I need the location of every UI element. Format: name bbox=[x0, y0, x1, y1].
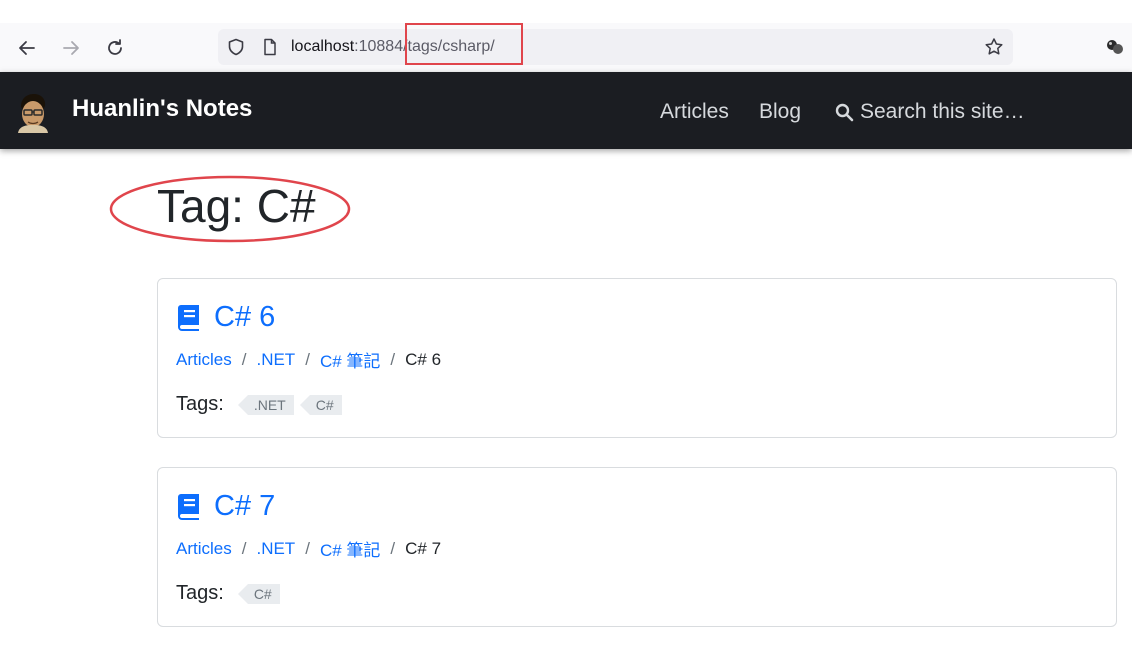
card-title: C# 7 bbox=[176, 490, 275, 523]
search-placeholder: Search this site… bbox=[860, 100, 1025, 123]
breadcrumb-csharp-notes[interactable]: C# 筆記 bbox=[320, 536, 380, 561]
tag-list: Tags: C# bbox=[176, 582, 286, 605]
breadcrumb-separator: / bbox=[241, 538, 247, 558]
address-bar[interactable]: localhost:10884/tags/csharp/ bbox=[218, 29, 1013, 65]
card-title-link[interactable]: C# 6 bbox=[214, 301, 275, 334]
tag-csharp[interactable]: C# bbox=[299, 394, 342, 415]
breadcrumb: Articles / .NET / C# 筆記 / C# 6 bbox=[176, 347, 441, 372]
extension-icon[interactable] bbox=[1104, 37, 1126, 57]
reload-icon bbox=[108, 39, 122, 55]
breadcrumb-articles[interactable]: Articles bbox=[176, 539, 232, 559]
search-icon bbox=[835, 103, 854, 121]
book-icon bbox=[178, 304, 199, 331]
breadcrumb-csharp-notes[interactable]: C# 筆記 bbox=[320, 347, 380, 372]
tag-csharp[interactable]: C# bbox=[237, 583, 280, 604]
article-card: C# 6 Articles / .NET / C# 筆記 / C# 6 Tags… bbox=[157, 278, 1117, 438]
breadcrumb-separator: / bbox=[305, 538, 310, 558]
breadcrumb-separator: / bbox=[305, 349, 310, 369]
tags-label: Tags: bbox=[176, 393, 224, 415]
nav-blog[interactable]: Blog bbox=[759, 100, 801, 124]
back-button[interactable] bbox=[14, 35, 40, 61]
nav-articles[interactable]: Articles bbox=[660, 100, 729, 124]
breadcrumb-dotnet[interactable]: .NET bbox=[256, 539, 295, 559]
url-annotation-box bbox=[405, 23, 523, 65]
site-search[interactable]: Search this site… bbox=[835, 100, 1025, 124]
url-host: localhost bbox=[291, 38, 355, 55]
breadcrumb-separator: / bbox=[390, 349, 396, 369]
site-brand[interactable]: Huanlin's Notes bbox=[72, 95, 252, 123]
breadcrumb-separator: / bbox=[241, 349, 247, 369]
page-icon bbox=[264, 38, 276, 56]
forward-arrow-icon bbox=[63, 41, 79, 55]
reload-button[interactable] bbox=[102, 35, 128, 61]
breadcrumb-current: C# 7 bbox=[405, 538, 442, 558]
browser-toolbar: localhost:10884/tags/csharp/ bbox=[0, 23, 1132, 72]
site-navbar: Huanlin's Notes Articles Blog Search thi… bbox=[0, 72, 1132, 149]
shield-icon[interactable] bbox=[227, 38, 245, 56]
breadcrumb-articles[interactable]: Articles bbox=[176, 350, 232, 370]
breadcrumb-current: C# 6 bbox=[405, 349, 442, 369]
tag-list: Tags: .NET C# bbox=[176, 393, 348, 416]
breadcrumb-dotnet[interactable]: .NET bbox=[256, 350, 295, 370]
back-arrow-icon bbox=[19, 41, 35, 55]
page-title: Tag: C# bbox=[157, 180, 316, 232]
card-title: C# 6 bbox=[176, 301, 275, 334]
tags-label: Tags: bbox=[176, 582, 224, 604]
card-title-link[interactable]: C# 7 bbox=[214, 490, 275, 523]
star-icon[interactable] bbox=[984, 37, 1004, 57]
breadcrumb-separator: / bbox=[390, 538, 396, 558]
article-card: C# 7 Articles / .NET / C# 筆記 / C# 7 Tags… bbox=[157, 467, 1117, 627]
tag-dotnet[interactable]: .NET bbox=[237, 394, 294, 415]
forward-button[interactable] bbox=[58, 35, 84, 61]
breadcrumb: Articles / .NET / C# 筆記 / C# 7 bbox=[176, 536, 441, 561]
avatar-logo[interactable] bbox=[12, 91, 54, 133]
book-icon bbox=[178, 493, 199, 520]
